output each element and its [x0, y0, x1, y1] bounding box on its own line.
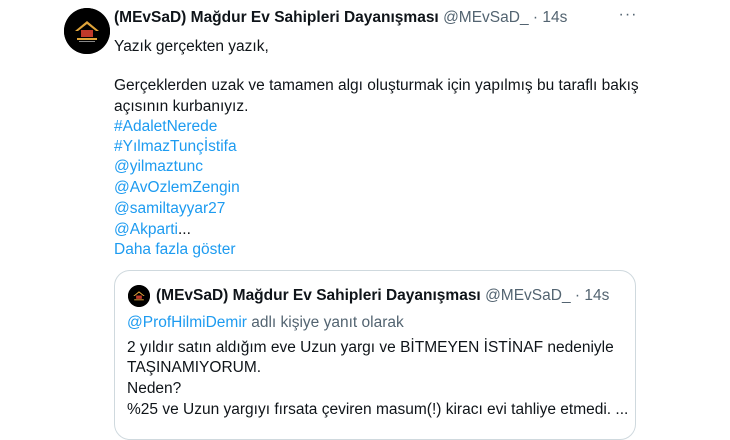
house-logo-icon	[128, 285, 150, 307]
author-name[interactable]: (MEvSaD) Mağdur Ev Sahipleri Dayanışması	[114, 9, 439, 26]
quoted-tweet-header: (MEvSaD) Mağdur Ev Sahipleri Dayanışması…	[156, 287, 609, 305]
quoted-text-line: %25 ve Uzun yargıyı fırsata çeviren masu…	[127, 401, 629, 418]
show-more-link[interactable]: Daha fazla göster	[114, 240, 236, 261]
separator-dot: ·	[532, 9, 539, 26]
mention-link[interactable]: @AvOzlemZengin	[114, 178, 240, 199]
tweet-text-line: Gerçeklerden uzak ve tamamen algı oluştu…	[114, 77, 639, 94]
quoted-text-line: TAŞINAMIYORUM.	[127, 359, 262, 376]
hashtag-link[interactable]: #AdaletNerede	[114, 117, 217, 138]
tweet-text-line: açısının kurbanıyız.	[114, 98, 249, 115]
reply-context-text: adlı kişiye yanıt olarak	[246, 314, 404, 331]
reply-to-mention[interactable]: @ProfHilmiDemir	[127, 314, 247, 331]
quoted-text-line: Neden?	[127, 380, 182, 397]
mention-link[interactable]: @yilmaztunc	[114, 157, 203, 178]
quoted-author-name[interactable]: (MEvSaD) Mağdur Ev Sahipleri Dayanışması	[156, 287, 481, 304]
separator-dot: ·	[574, 287, 581, 304]
quoted-avatar[interactable]	[128, 285, 150, 307]
tweet-text-line: Yazık gerçekten yazık,	[114, 38, 269, 55]
more-options-icon[interactable]: ···	[617, 4, 639, 26]
quoted-author-handle[interactable]: @MEvSaD_	[485, 287, 571, 304]
avatar[interactable]	[64, 8, 110, 54]
quoted-timestamp[interactable]: 14s	[584, 287, 609, 304]
mention-link[interactable]: @Akparti	[114, 221, 178, 238]
tweet-header: (MEvSaD) Mağdur Ev Sahipleri Dayanışması…	[114, 9, 567, 27]
author-handle[interactable]: @MEvSaD_	[443, 9, 529, 26]
mention-line: @Akparti...	[114, 220, 191, 241]
ellipsis: ...	[177, 221, 191, 238]
hashtag-link[interactable]: #YılmazTunçİstifa	[114, 137, 237, 158]
reply-context: @ProfHilmiDemir adlı kişiye yanıt olarak	[127, 314, 404, 332]
house-logo-icon	[64, 8, 110, 54]
mention-link[interactable]: @samiltayyar27	[114, 199, 225, 220]
timestamp[interactable]: 14s	[542, 9, 567, 26]
quoted-text-line: 2 yıldır satın aldığım eve Uzun yargı ve…	[127, 339, 614, 356]
